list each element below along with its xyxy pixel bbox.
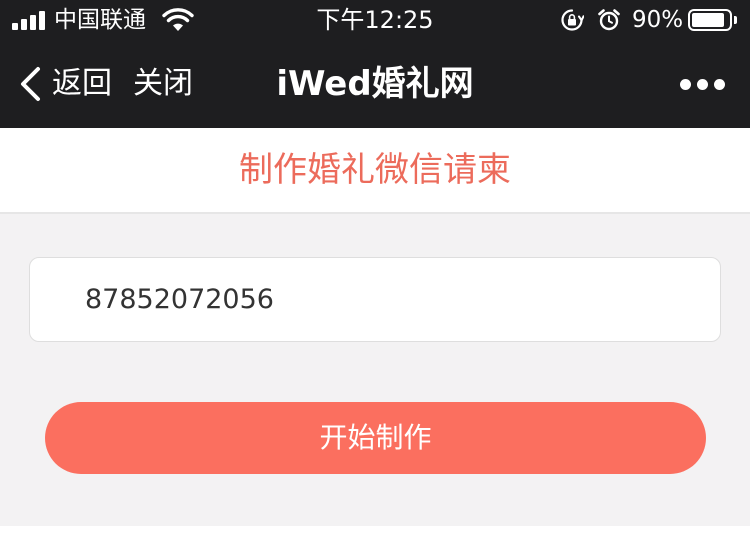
nav-bar: 返回 关闭 iWed婚礼网: [0, 40, 750, 128]
bottom-divider: [0, 526, 750, 534]
back-chevron-icon[interactable]: [18, 66, 44, 102]
page-header: 制作婚礼微信请柬: [0, 128, 750, 214]
status-bar: 中国联通 下午12:25 90%: [0, 0, 750, 40]
start-create-button[interactable]: 开始制作: [45, 402, 706, 474]
page-title: 制作婚礼微信请柬: [239, 150, 511, 190]
battery-percent: 90%: [632, 7, 684, 33]
phone-input-container: [29, 257, 721, 342]
phone-input[interactable]: [85, 258, 705, 340]
app-screen: 中国联通 下午12:25 90% 返回 关闭 iWed婚礼网 制作婚礼微信请柬 …: [0, 0, 750, 534]
back-button[interactable]: 返回: [52, 64, 112, 104]
more-dots-icon[interactable]: [672, 62, 732, 106]
top-bar: 中国联通 下午12:25 90% 返回 关闭 iWed婚礼网: [0, 0, 750, 128]
close-button[interactable]: 关闭: [133, 64, 193, 104]
orientation-lock-icon: [561, 9, 584, 31]
nav-title: iWed婚礼网: [276, 64, 474, 104]
battery-icon: [688, 9, 738, 31]
alarm-icon: [598, 9, 620, 31]
